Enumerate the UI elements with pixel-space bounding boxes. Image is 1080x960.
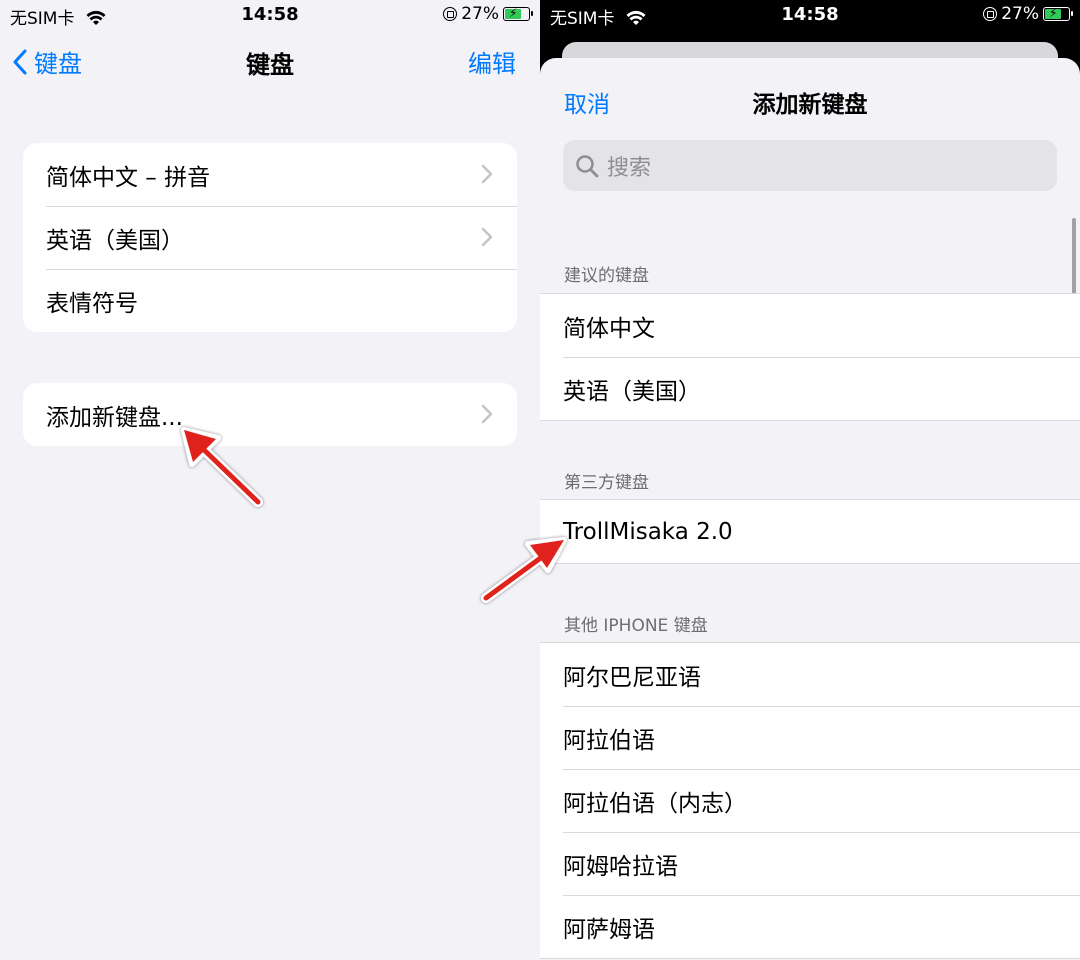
list-item[interactable]: 阿姆哈拉语 <box>540 832 1080 895</box>
scrollbar[interactable] <box>1072 218 1076 294</box>
keyboard-label: 阿拉伯语 <box>563 727 655 754</box>
keyboard-item-pinyin[interactable]: 简体中文 – 拼音 <box>23 143 517 206</box>
battery-icon: ⚡ <box>503 6 533 21</box>
section-header-third-party: 第三方键盘 <box>564 473 649 493</box>
keyboard-label: 阿尔巴尼亚语 <box>563 664 701 691</box>
page-title: 键盘 <box>246 51 294 79</box>
chevron-right-icon <box>481 404 493 424</box>
search-icon <box>576 154 599 177</box>
other-keyboard-list: 阿尔巴尼亚语 阿拉伯语 阿拉伯语（内志） 阿姆哈拉语 阿萨姆语 <box>540 642 1080 959</box>
suggested-keyboard-list: 简体中文 英语（美国） <box>540 293 1080 421</box>
keyboard-label: 阿拉伯语（内志） <box>563 790 747 817</box>
chevron-right-icon <box>481 164 493 184</box>
keyboard-label: TrollMisaka 2.0 <box>563 518 733 545</box>
add-keyboard-group: 添加新键盘... <box>23 383 517 446</box>
battery-percent: 27% <box>1001 4 1039 24</box>
keyboard-settings-screen: 无SIM卡 14:58 27% ⚡ 键盘 键盘 编辑 简体中文 – 拼音 英语（… <box>0 0 540 960</box>
list-item[interactable]: 阿尔巴尼亚语 <box>540 643 1080 706</box>
battery-percent: 27% <box>461 4 499 24</box>
red-arrow-annotation <box>181 427 263 507</box>
orientation-lock-icon <box>983 7 998 21</box>
status-bar: 无SIM卡 14:58 27% ⚡ <box>540 0 1080 32</box>
keyboard-label: 阿姆哈拉语 <box>563 853 678 880</box>
chevron-right-icon <box>481 227 493 247</box>
third-party-keyboard-list: TrollMisaka 2.0 <box>540 499 1080 564</box>
keyboard-item-english-us[interactable]: 英语（美国） <box>23 206 517 269</box>
list-item[interactable]: 简体中文 <box>540 294 1080 357</box>
keyboard-label: 英语（美国） <box>563 378 701 405</box>
section-header-suggested: 建议的键盘 <box>564 266 649 286</box>
keyboard-label: 简体中文 <box>563 315 655 342</box>
keyboard-list: 简体中文 – 拼音 英语（美国） 表情符号 <box>23 143 517 332</box>
list-item[interactable]: 阿拉伯语（内志） <box>540 769 1080 832</box>
search-input[interactable]: 搜索 <box>563 140 1057 191</box>
edit-button[interactable]: 编辑 <box>468 44 516 79</box>
navigation-bar: 键盘 键盘 编辑 <box>0 36 540 86</box>
keyboard-item-emoji[interactable]: 表情符号 <box>23 269 517 332</box>
list-item[interactable]: 英语（美国） <box>540 357 1080 420</box>
battery-group: 27% ⚡ <box>983 4 1073 24</box>
battery-icon: ⚡ <box>1043 6 1073 21</box>
keyboard-label: 阿萨姆语 <box>563 916 655 943</box>
search-placeholder: 搜索 <box>607 155 652 181</box>
add-new-keyboard-button[interactable]: 添加新键盘... <box>23 383 517 446</box>
red-arrow-annotation <box>481 537 567 603</box>
list-item[interactable]: 阿拉伯语 <box>540 706 1080 769</box>
keyboard-label: 英语（美国） <box>46 227 184 254</box>
add-keyboard-label: 添加新键盘... <box>46 404 183 431</box>
sheet-title: 添加新键盘 <box>752 92 868 118</box>
battery-group: 27% ⚡ <box>443 4 533 24</box>
add-keyboard-sheet: 取消 添加新键盘 搜索 建议的键盘 简体中文 英语（美国） 第三方键盘 Trol… <box>540 58 1080 960</box>
list-item[interactable]: 阿萨姆语 <box>540 895 1080 958</box>
section-header-other-iphone: 其他 IPHONE 键盘 <box>564 616 708 636</box>
orientation-lock-icon <box>443 7 458 21</box>
add-keyboard-screen: 无SIM卡 14:58 27% ⚡ 取消 添加新键盘 搜索 建议的键盘 简体中文… <box>540 0 1080 960</box>
status-bar: 无SIM卡 14:58 27% ⚡ <box>0 0 540 32</box>
list-item-trollmisaka[interactable]: TrollMisaka 2.0 <box>540 500 1080 563</box>
keyboard-label: 简体中文 – 拼音 <box>46 164 211 191</box>
keyboard-label: 表情符号 <box>46 290 138 317</box>
